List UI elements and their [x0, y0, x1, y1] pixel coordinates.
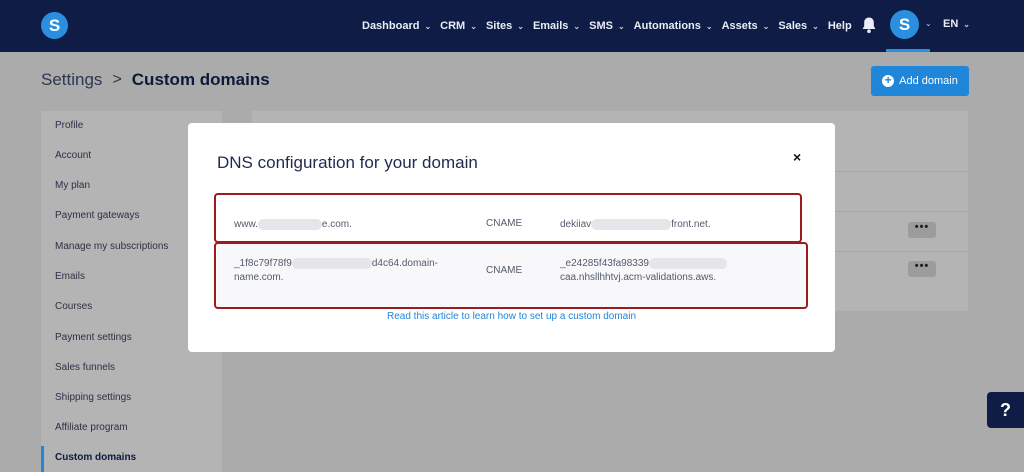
active-indicator [886, 49, 930, 52]
app-logo[interactable]: S [41, 12, 68, 39]
nav-assets-label: Assets [721, 20, 758, 32]
help-button[interactable]: ? [987, 392, 1024, 428]
nav-assets[interactable]: Assets ⌄ [722, 20, 770, 32]
sidebar-item-shipping-settings[interactable]: Shipping settings [55, 392, 131, 403]
nav-sales-label: Sales [778, 20, 808, 32]
nav-crm[interactable]: CRM ⌄ [440, 20, 477, 32]
chevron-down-icon: ⌄ [812, 21, 819, 31]
sidebar-item-emails[interactable]: Emails [55, 271, 85, 282]
help-article-link[interactable]: Read this article to learn how to set up… [188, 311, 835, 322]
nav-dashboard-label: Dashboard [362, 20, 420, 32]
breadcrumb-separator: > [112, 71, 122, 88]
highlight-box [214, 193, 802, 243]
nav-sms-label: SMS [589, 20, 613, 32]
sidebar-item-payment-settings[interactable]: Payment settings [55, 332, 132, 343]
nav-crm-label: CRM [440, 20, 466, 32]
nav-sites-label: Sites [485, 20, 513, 32]
nav-help-label: Help [827, 20, 852, 32]
sidebar-item-my-plan[interactable]: My plan [55, 180, 90, 191]
more-options-button[interactable]: ••• [908, 261, 936, 277]
nav-emails-label: Emails [532, 20, 569, 32]
chevron-down-icon: ⌄ [573, 21, 581, 31]
dns-configuration-modal: DNS configuration for your domain × www.… [188, 123, 835, 352]
chevron-down-icon: ⌄ [517, 21, 524, 31]
close-icon[interactable]: × [793, 149, 801, 165]
sidebar-item-courses[interactable]: Courses [55, 301, 92, 312]
highlight-box [214, 242, 808, 309]
main-nav: Dashboard ⌄ CRM ⌄ Sites ⌄ Emails ⌄ SMS ⌄ Auto… [362, 0, 861, 52]
sidebar-item-manage-subscriptions[interactable]: Manage my subscriptions [55, 241, 168, 252]
nav-dashboard[interactable]: Dashboard ⌄ [362, 20, 431, 32]
active-item-indicator [41, 446, 44, 472]
plus-icon: + [882, 74, 895, 87]
nav-sales[interactable]: Sales ⌄ [778, 20, 818, 32]
top-navigation: S Dashboard ⌄ CRM ⌄ Sites ⌄ Emails ⌄ SMS ⌄ Au… [0, 0, 1024, 52]
nav-emails[interactable]: Emails ⌄ [533, 20, 580, 32]
nav-sites[interactable]: Sites ⌄ [486, 20, 524, 32]
chevron-down-icon: ⌄ [617, 21, 625, 31]
sidebar-item-custom-domains[interactable]: Custom domains [55, 452, 136, 463]
page-title: Custom domains [131, 70, 270, 89]
chevron-down-icon: ⌄ [762, 21, 770, 31]
more-options-button[interactable]: ••• [908, 222, 936, 238]
add-domain-button[interactable]: + Add domain [871, 66, 969, 96]
avatar[interactable]: S [890, 10, 919, 39]
breadcrumb: Settings > Custom domains [41, 70, 270, 90]
sidebar-item-payment-gateways[interactable]: Payment gateways [55, 210, 140, 221]
language-label: EN [943, 18, 959, 30]
sidebar-item-profile[interactable]: Profile [55, 120, 83, 131]
chevron-down-icon: ⌄ [705, 21, 713, 31]
chevron-down-icon[interactable]: ⌄ [925, 19, 932, 28]
nav-sms[interactable]: SMS ⌄ [589, 20, 625, 32]
breadcrumb-settings[interactable]: Settings [41, 70, 102, 90]
chevron-down-icon: ⌄ [470, 21, 477, 31]
nav-automations[interactable]: Automations ⌄ [634, 20, 713, 32]
nav-automations-label: Automations [633, 20, 701, 32]
chevron-down-icon: ⌄ [424, 21, 432, 31]
language-selector[interactable]: EN ⌄ [943, 18, 970, 30]
sidebar-item-sales-funnels[interactable]: Sales funnels [55, 362, 115, 373]
nav-help[interactable]: Help [828, 20, 852, 32]
chevron-down-icon: ⌄ [963, 19, 970, 29]
sidebar-item-affiliate-program[interactable]: Affiliate program [55, 422, 128, 433]
add-domain-label: Add domain [899, 75, 958, 87]
sidebar-item-account[interactable]: Account [55, 150, 91, 161]
modal-title: DNS configuration for your domain [217, 153, 478, 172]
bell-icon[interactable] [861, 16, 877, 34]
